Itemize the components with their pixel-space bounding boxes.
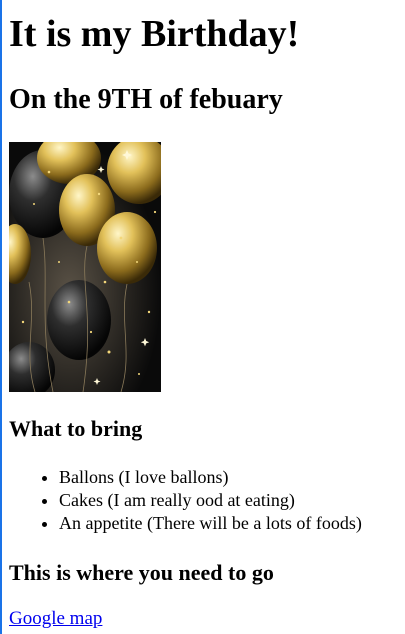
window-left-edge (0, 0, 2, 634)
balloons-image (9, 142, 161, 392)
gold-balloon (97, 212, 157, 284)
page-subtitle: On the 9TH of febuary (9, 84, 283, 115)
list-item: Ballons (I love ballons) (59, 466, 362, 489)
black-balloon (47, 280, 111, 360)
list-item: Cakes (I am really ood at eating) (59, 489, 362, 512)
list-item: An appetite (There will be a lots of foo… (59, 512, 362, 535)
bring-list: Ballons (I love ballons) Cakes (I am rea… (9, 466, 362, 535)
page-title: It is my Birthday! (9, 13, 300, 55)
location-heading: This is where you need to go (9, 560, 274, 585)
google-map-link[interactable]: Google map (9, 608, 102, 630)
what-to-bring-heading: What to bring (9, 416, 143, 441)
